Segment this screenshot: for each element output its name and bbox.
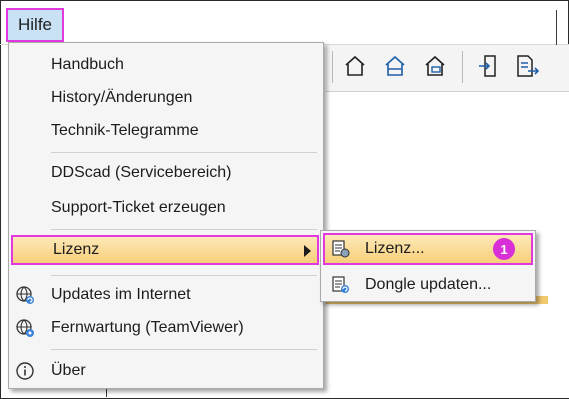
license-icon	[332, 240, 350, 258]
menu-item-updates-internet[interactable]: Updates im Internet	[9, 279, 323, 311]
menu-item-label: Über	[51, 362, 86, 379]
step-badge: 1	[493, 238, 515, 260]
menu-item-fernwartung[interactable]: Fernwartung (TeamViewer)	[9, 312, 323, 344]
submenu-arrow-icon	[304, 245, 311, 257]
house-room-icon[interactable]	[422, 53, 448, 79]
menubar-help[interactable]: Hilfe	[6, 8, 64, 42]
menu-separator	[51, 349, 317, 350]
menu-item-technik-telegramme[interactable]: Technik-Telegramme	[9, 115, 323, 147]
menu-item-ueber[interactable]: Über	[9, 355, 323, 387]
toolbar-separator	[332, 51, 333, 83]
menu-item-label: History/Änderungen	[51, 89, 193, 106]
menu-separator	[51, 275, 317, 276]
import-document-icon[interactable]	[476, 53, 502, 79]
menu-item-label: Support-Ticket erzeugen	[51, 199, 226, 216]
toolbar	[326, 45, 569, 92]
globe-network-icon	[16, 319, 34, 337]
menu-separator	[51, 229, 317, 230]
submenu-item-label: Lizenz...	[365, 240, 425, 257]
help-menu: Handbuch History/Änderungen Technik-Tele…	[8, 42, 324, 389]
menu-item-ddscad-service[interactable]: DDScad (Servicebereich)	[9, 157, 323, 189]
info-icon	[16, 362, 34, 380]
submenu-item-lizenz[interactable]: Lizenz... 1	[323, 233, 533, 265]
menu-separator	[51, 152, 317, 153]
menu-item-label: Lizenz	[53, 241, 100, 258]
menu-item-label: Fernwartung (TeamViewer)	[51, 319, 244, 336]
dongle-update-icon	[332, 276, 349, 293]
menu-item-handbuch[interactable]: Handbuch	[9, 49, 323, 81]
menu-item-label: Handbuch	[51, 56, 124, 73]
menu-item-label: Technik-Telegramme	[51, 122, 199, 139]
house-icon[interactable]	[342, 53, 368, 79]
menu-item-history[interactable]: History/Änderungen	[9, 82, 323, 114]
menu-item-label: DDScad (Servicebereich)	[51, 164, 232, 181]
window-edge-line	[556, 10, 557, 45]
submenu-item-dongle-updaten[interactable]: Dongle updaten...	[321, 269, 535, 301]
menu-item-lizenz[interactable]: Lizenz	[11, 235, 319, 265]
toolbar-separator	[462, 51, 463, 83]
house-levels-icon[interactable]	[382, 53, 408, 79]
submenu-item-label: Dongle updaten...	[365, 276, 492, 293]
menu-item-support-ticket[interactable]: Support-Ticket erzeugen	[9, 192, 323, 224]
globe-refresh-icon	[16, 286, 34, 304]
menu-item-label: Updates im Internet	[51, 286, 191, 303]
license-submenu: Lizenz... 1 Dongle updaten...	[320, 230, 536, 302]
export-document-icon[interactable]	[514, 53, 540, 79]
